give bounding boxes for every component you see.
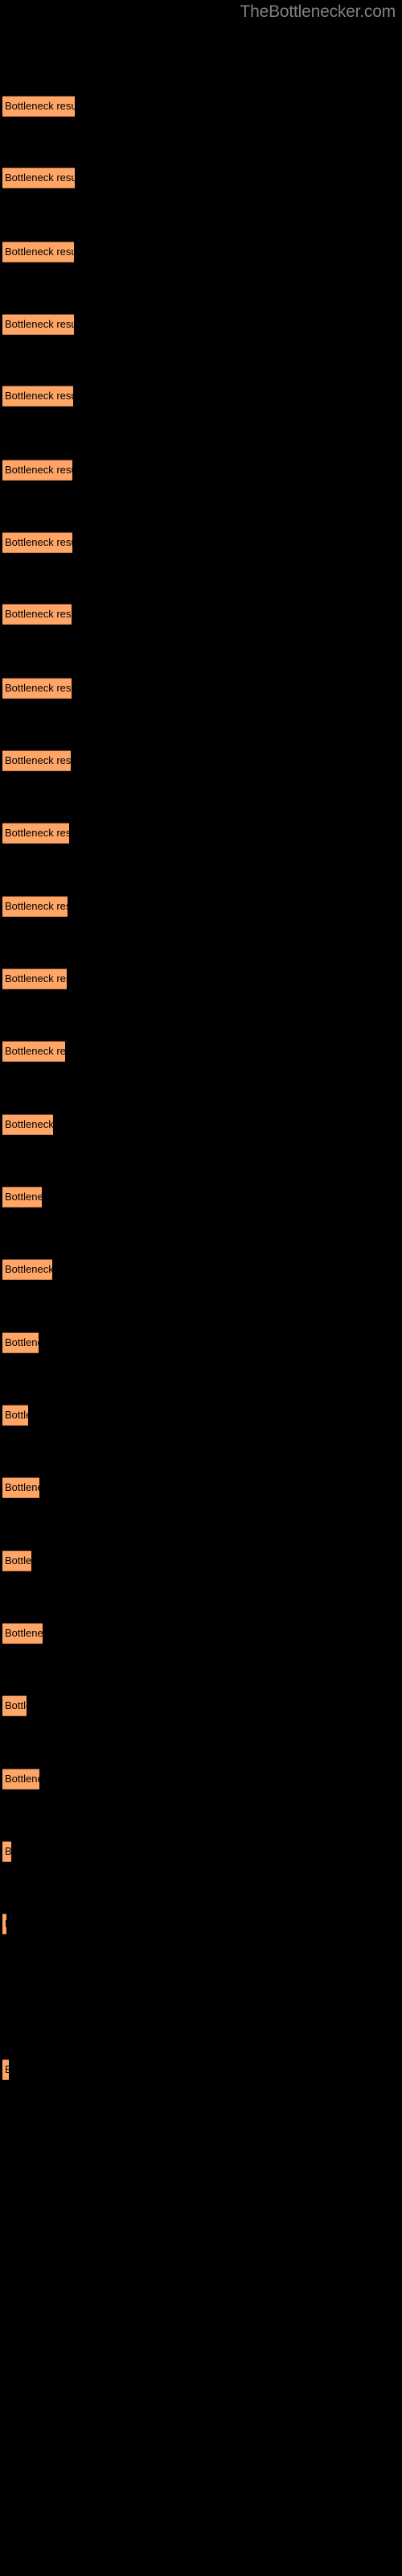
bar-label: Bottleneck result xyxy=(5,1627,43,1639)
bar-row: Bottleneck result xyxy=(2,604,72,625)
bar-row: Bottleneck result xyxy=(2,1695,27,1716)
bar-row: Bottleneck result xyxy=(2,1187,42,1208)
bar-label: Bottleneck result xyxy=(5,1699,27,1711)
bar-label: Bottleneck result xyxy=(5,1918,6,1930)
bar-label: Bottleneck result xyxy=(5,1481,39,1493)
bar-row: Bottleneck result xyxy=(2,460,72,481)
bar-label: Bottleneck result xyxy=(5,827,69,839)
bars-layer: Bottleneck result Bottleneck result Bottle… xyxy=(0,0,402,2576)
bar-label: Bottleneck result xyxy=(5,536,72,548)
bar-row: Bottleneck result xyxy=(2,1259,52,1280)
bar-label: Bottleneck result xyxy=(5,1554,31,1567)
bar-label: Bottleneck result xyxy=(5,246,74,258)
bar-label: Bottleneck result xyxy=(5,972,67,985)
bar-label: Bottleneck result xyxy=(5,682,72,694)
bar-row: Bottleneck result xyxy=(2,1841,11,1862)
bar-row: Bottleneck result xyxy=(2,1623,43,1644)
bar-label: Bottleneck result xyxy=(5,318,74,330)
bar-row: Bottleneck result xyxy=(2,96,75,117)
bar-row: Bottleneck result xyxy=(2,1041,65,1062)
bar-label: Bottleneck result xyxy=(5,1773,39,1785)
bar-row: Bottleneck result xyxy=(2,2059,9,2080)
bar-label: Bottleneck result xyxy=(5,1336,39,1348)
bar-label: Bottleneck result xyxy=(5,171,75,184)
bar-row: Bottleneck result xyxy=(2,314,74,335)
bar-row: Bottleneck result xyxy=(2,750,71,771)
bar-row: Bottleneck result xyxy=(2,1332,39,1353)
bar-label: Bottleneck result xyxy=(5,1409,28,1421)
bar-label: Bottleneck result xyxy=(5,2064,9,2075)
bar-row: Bottleneck result xyxy=(2,1114,53,1135)
bar-row: Bottleneck result xyxy=(2,386,73,407)
bar-row: Bottleneck result xyxy=(2,968,67,989)
bar-label: Bottleneck result xyxy=(5,1191,42,1203)
bar-label: Bottleneck result xyxy=(5,390,73,402)
bar-row: Bottleneck result xyxy=(2,532,72,553)
bar-row: Bottleneck result xyxy=(2,1477,39,1498)
bar-row: Bottleneck result xyxy=(2,1405,28,1426)
bar-label: Bottleneck result xyxy=(5,1118,53,1130)
bar-row: Bottleneck result xyxy=(2,896,68,917)
bar-row: Bottleneck result xyxy=(2,678,72,699)
bar-row: Bottleneck result xyxy=(2,823,69,844)
bar-row: Bottleneck result xyxy=(2,1769,39,1790)
bar-row: Bottleneck result xyxy=(2,167,75,188)
bar-label: Bottleneck result xyxy=(5,1845,11,1857)
bar-label: Bottleneck result xyxy=(5,900,68,912)
bar-row: Bottleneck result xyxy=(2,1550,31,1571)
bar-row: Bottleneck result xyxy=(2,242,74,262)
bar-label: Bottleneck result xyxy=(5,1045,65,1057)
bar-label: Bottleneck result xyxy=(5,754,71,766)
bar-row: Bottleneck result xyxy=(2,1913,6,1934)
bar-label: Bottleneck result xyxy=(5,100,75,112)
bar-label: Bottleneck result xyxy=(5,464,72,476)
bar-label: Bottleneck result xyxy=(5,1263,52,1275)
bar-label: Bottleneck result xyxy=(5,608,72,620)
bottleneck-bar-chart: TheBottlenecker.com Bottleneck result Bot… xyxy=(0,0,402,2576)
